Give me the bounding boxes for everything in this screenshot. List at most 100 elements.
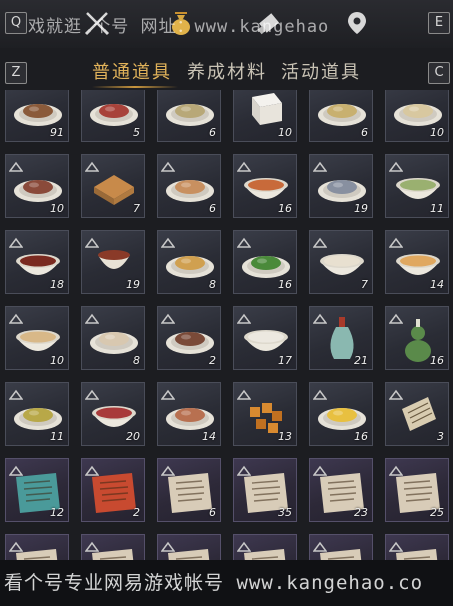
inventory-slot-green-vegetable[interactable]: 16: [233, 230, 297, 294]
item-quantity: 21: [354, 354, 368, 367]
tab-common-items[interactable]: 普通道具: [92, 58, 172, 84]
inventory-slot-red-soup[interactable]: 18: [5, 230, 69, 294]
item-quantity: 91: [50, 126, 64, 139]
item-quantity: 25: [430, 506, 444, 519]
bound-tag-icon: [312, 234, 328, 248]
tab-event-items[interactable]: 活动道具: [281, 58, 361, 84]
hotkey-c[interactable]: C: [428, 62, 450, 84]
item-quantity: 17: [278, 354, 292, 367]
inventory-slot-braised-meat[interactable]: 2: [157, 306, 221, 370]
inventory-slot-chili-bowl[interactable]: 20: [81, 382, 145, 446]
inventory-slot-celadon-vase[interactable]: 21: [309, 306, 373, 370]
item-quantity: 18: [50, 278, 64, 291]
inventory-slot-spicy-soup[interactable]: 16: [233, 154, 297, 218]
bound-tag-icon: [388, 310, 404, 324]
inventory-slot-teal-scroll[interactable]: 12: [5, 458, 69, 522]
bound-tag-icon: [8, 158, 24, 172]
inventory-slot-noodle-plate[interactable]: 8: [157, 230, 221, 294]
item-quantity: 6: [209, 506, 216, 519]
hotkey-z[interactable]: Z: [5, 62, 27, 84]
inventory-slot-shrimp-plate[interactable]: 10: [385, 90, 449, 142]
bound-tag-icon: [160, 234, 176, 248]
bound-tag-icon: [84, 386, 100, 400]
hotkey-e[interactable]: E: [428, 12, 450, 34]
item-quantity: 35: [278, 506, 292, 519]
inventory-slot-dumpling-bowl[interactable]: 7: [309, 230, 373, 294]
bound-tag-icon: [8, 310, 24, 324]
bound-tag-icon: [236, 462, 252, 476]
item-quantity: 7: [133, 202, 140, 215]
inventory-slot-tofu-block[interactable]: 10: [233, 90, 297, 142]
item-quantity: 14: [202, 430, 216, 443]
item-quantity: 3: [437, 430, 444, 443]
bound-tag-icon: [8, 538, 24, 552]
inventory-slot-letter-note[interactable]: 3: [385, 382, 449, 446]
inventory-slot-pork-plate[interactable]: 10: [5, 154, 69, 218]
inventory-slot-noodle-soup[interactable]: 14: [385, 230, 449, 294]
inventory-slot-old-letter-a[interactable]: 6: [157, 458, 221, 522]
bound-tag-icon: [388, 386, 404, 400]
bound-tag-icon: [236, 158, 252, 172]
inventory-slot-sliced-cake[interactable]: 6: [157, 154, 221, 218]
item-quantity: 13: [278, 430, 292, 443]
item-quantity: 8: [133, 354, 140, 367]
inventory-slot-fried-rice[interactable]: 11: [5, 382, 69, 446]
inventory-slot-fish-plate[interactable]: 19: [309, 154, 373, 218]
inventory-slot-red-scroll[interactable]: 2: [81, 458, 145, 522]
bound-tag-icon: [312, 310, 328, 324]
item-quantity: 19: [354, 202, 368, 215]
inventory-slot-paper-row7-c[interactable]: [157, 534, 221, 560]
bound-tag-icon: [312, 462, 328, 476]
bound-tag-icon: [8, 462, 24, 476]
active-tab-underline: [92, 86, 178, 88]
inventory-grid: 91 5 6 10 6 10 10 7 6 16 19 11 18 19 8 16 7 14 10 8 2 17 21 16 1…: [0, 90, 453, 560]
inventory-slot-square-cake[interactable]: 7: [81, 154, 145, 218]
inventory-slot-green-soup[interactable]: 11: [385, 154, 449, 218]
item-quantity: 23: [354, 506, 368, 519]
bound-tag-icon: [388, 158, 404, 172]
inventory-slot-porridge-bowl[interactable]: 10: [5, 306, 69, 370]
item-quantity: 10: [278, 126, 292, 139]
inventory-slot-green-gourd[interactable]: 16: [385, 306, 449, 370]
bound-tag-icon: [8, 234, 24, 248]
hotkey-q[interactable]: Q: [5, 12, 27, 34]
bound-tag-icon: [84, 462, 100, 476]
inventory-slot-tea-cup[interactable]: 19: [81, 230, 145, 294]
bound-tag-icon: [160, 538, 176, 552]
inventory-slot-roast-pork[interactable]: 14: [157, 382, 221, 446]
inventory-slot-red-meat-plate[interactable]: 5: [81, 90, 145, 142]
inventory-slot-greens-plate[interactable]: 6: [157, 90, 221, 142]
watermark-bottom: 看个号专业网易游戏帐号 www.kangehao.co: [4, 572, 424, 594]
inventory-slot-sweet-cubes[interactable]: 13: [233, 382, 297, 446]
bound-tag-icon: [312, 158, 328, 172]
item-quantity: 20: [126, 430, 140, 443]
bound-tag-icon: [236, 538, 252, 552]
bound-tag-icon: [160, 158, 176, 172]
item-quantity: 19: [126, 278, 140, 291]
bound-tag-icon: [236, 386, 252, 400]
tab-growth-materials[interactable]: 养成材料: [187, 58, 267, 84]
bound-tag-icon: [388, 538, 404, 552]
inventory-slot-old-letter-b[interactable]: 35: [233, 458, 297, 522]
inventory-slot-roast-dish[interactable]: 91: [5, 90, 69, 142]
tab-bar: Z 普通道具 养成材料 活动道具 C: [0, 52, 453, 90]
item-quantity: 11: [50, 430, 64, 443]
map-pin-icon[interactable]: [342, 8, 372, 38]
item-quantity: 16: [278, 202, 292, 215]
bound-tag-icon: [84, 234, 100, 248]
inventory-slot-scrambled-egg[interactable]: 16: [309, 382, 373, 446]
bound-tag-icon: [236, 310, 252, 324]
inventory-slot-mixed-bowl[interactable]: 6: [309, 90, 373, 142]
bound-tag-icon: [312, 538, 328, 552]
inventory-slot-paper-row7-a[interactable]: [5, 534, 69, 560]
inventory-slot-paper-row7-f[interactable]: [385, 534, 449, 560]
inventory-slot-paper-row7-d[interactable]: [233, 534, 297, 560]
bound-tag-icon: [84, 538, 100, 552]
inventory-slot-old-letter-d[interactable]: 25: [385, 458, 449, 522]
inventory-slot-dim-sum-plate[interactable]: 8: [81, 306, 145, 370]
inventory-slot-paper-row7-b[interactable]: [81, 534, 145, 560]
inventory-slot-old-letter-c[interactable]: 23: [309, 458, 373, 522]
inventory-slot-paper-row7-e[interactable]: [309, 534, 373, 560]
item-quantity: 6: [209, 202, 216, 215]
inventory-slot-rice-bowl[interactable]: 17: [233, 306, 297, 370]
